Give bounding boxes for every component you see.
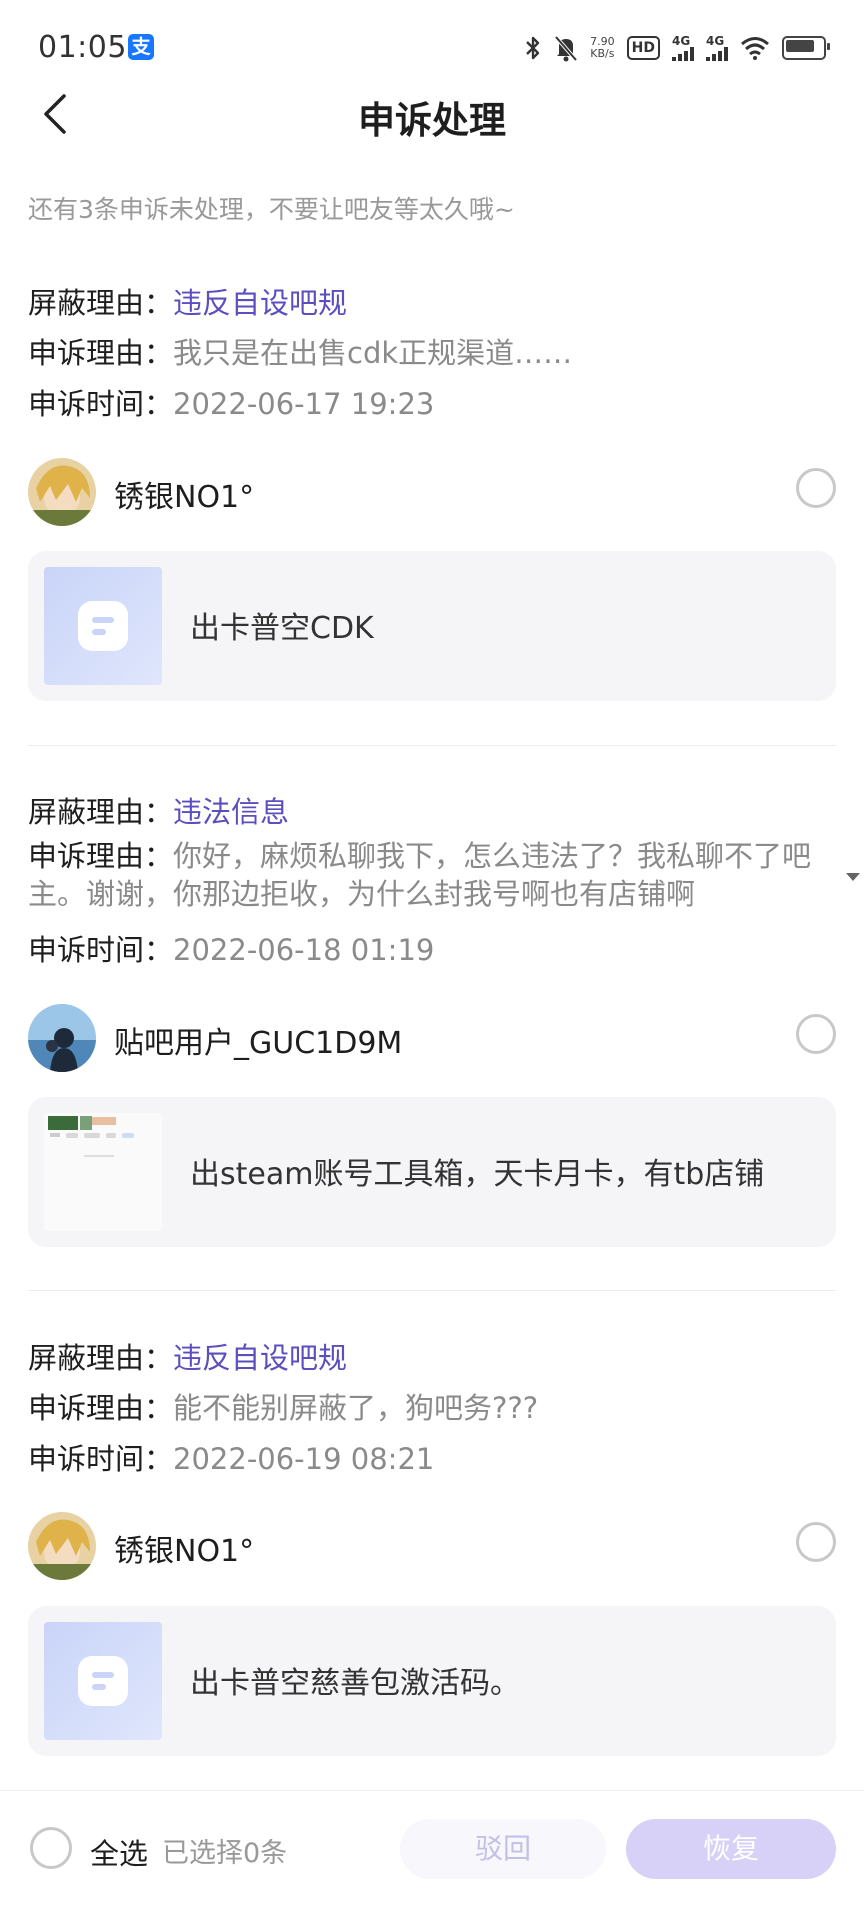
block-reason-value[interactable]: 违法信息 (173, 795, 289, 829)
user-name: 锈银NO1° (114, 480, 255, 515)
bluetooth-icon (526, 36, 540, 60)
appeal-reason-row[interactable]: 申诉理由：你好，麻烦私聊我下，怎么违法了？我私聊不了吧主。谢谢，你那边拒收，为什… (28, 837, 860, 913)
post-title: 出卡普空CDK (190, 611, 374, 646)
post-thumbnail (44, 1113, 162, 1231)
select-all-label[interactable]: 全选 (90, 1831, 148, 1873)
divider (28, 1290, 836, 1291)
appeal-reason-value: 能不能别屏蔽了，狗吧务??? (173, 1391, 539, 1425)
appeal-user[interactable]: 贴吧用户_GUC1D9M (28, 1004, 836, 1074)
avatar[interactable] (28, 458, 96, 526)
status-icons: 7.90 KB/s HD 4G 4G (524, 30, 830, 66)
signal-icon: 4G (672, 35, 694, 61)
page-title: 申诉处理 (358, 99, 506, 142)
post-card[interactable]: 出卡普空慈善包激活码。 (28, 1606, 836, 1756)
reject-button[interactable]: 驳回 (400, 1819, 606, 1879)
post-title: 出steam账号工具箱，天卡月卡，有tb店铺 (190, 1157, 765, 1192)
appeal-time-value: 2022-06-19 08:21 (173, 1442, 435, 1476)
status-time: 01:05 (38, 30, 127, 65)
network-speed: 7.90 KB/s (590, 35, 615, 60)
post-title: 出卡普空慈善包激活码。 (190, 1666, 520, 1701)
user-name: 贴吧用户_GUC1D9M (114, 1026, 403, 1061)
post-placeholder-icon (78, 601, 128, 651)
avatar[interactable] (28, 1004, 96, 1072)
appeal-user[interactable]: 锈银NO1° (28, 1512, 836, 1582)
alipay-notification-icon: 支 (128, 34, 154, 60)
appeal-time-value: 2022-06-17 19:23 (173, 387, 435, 421)
signal-icon: 4G (706, 35, 728, 61)
post-thumbnail (44, 567, 162, 685)
mute-bell-icon (554, 35, 578, 62)
hd-voice-icon: HD (626, 36, 660, 60)
post-card[interactable]: 出卡普空CDK (28, 551, 836, 701)
block-reason-row: 屏蔽理由：违反自设吧规 (28, 1341, 348, 1375)
divider (28, 745, 836, 746)
select-radio[interactable] (796, 1522, 836, 1562)
appeal-reason-row: 申诉理由：能不能别屏蔽了，狗吧务??? (28, 1391, 539, 1425)
pending-notice: 还有3条申诉未处理，不要让吧友等太久哦~ (28, 195, 515, 224)
post-placeholder-icon (78, 1656, 128, 1706)
block-reason-value[interactable]: 违反自设吧规 (173, 1341, 347, 1375)
select-radio[interactable] (796, 468, 836, 508)
expand-caret-icon[interactable] (846, 873, 860, 881)
appeal-reason-value: 我只是在出售cdk正规渠道…… (173, 336, 573, 370)
selected-count: 已选择0条 (162, 1838, 288, 1869)
block-reason-row: 屏蔽理由：违法信息 (28, 795, 290, 829)
restore-button[interactable]: 恢复 (626, 1819, 836, 1879)
appeal-time-value: 2022-06-18 01:19 (173, 933, 435, 967)
status-bar: 01:05 支 7.90 KB/s HD 4G 4G (0, 0, 864, 96)
appeal-user[interactable]: 锈银NO1° (28, 458, 836, 528)
wifi-icon (741, 37, 769, 60)
select-all-radio[interactable] (30, 1827, 72, 1869)
block-reason-value[interactable]: 违反自设吧规 (173, 286, 347, 320)
user-name: 锈银NO1° (114, 1534, 255, 1569)
avatar[interactable] (28, 1512, 96, 1580)
select-radio[interactable] (796, 1014, 836, 1054)
bottom-action-bar: 全选 已选择0条 驳回 恢复 (0, 1790, 864, 1921)
block-reason-row: 屏蔽理由：违反自设吧规 (28, 286, 348, 320)
appeal-reason-row: 申诉理由：我只是在出售cdk正规渠道…… (28, 336, 573, 370)
battery-icon (782, 36, 830, 60)
appeal-time-row: 申诉时间：2022-06-17 19:23 (28, 387, 435, 421)
post-thumbnail (44, 1622, 162, 1740)
post-card[interactable]: 出steam账号工具箱，天卡月卡，有tb店铺 (28, 1097, 836, 1247)
appeal-time-row: 申诉时间：2022-06-19 08:21 (28, 1442, 435, 1476)
appeal-time-row: 申诉时间：2022-06-18 01:19 (28, 933, 435, 967)
